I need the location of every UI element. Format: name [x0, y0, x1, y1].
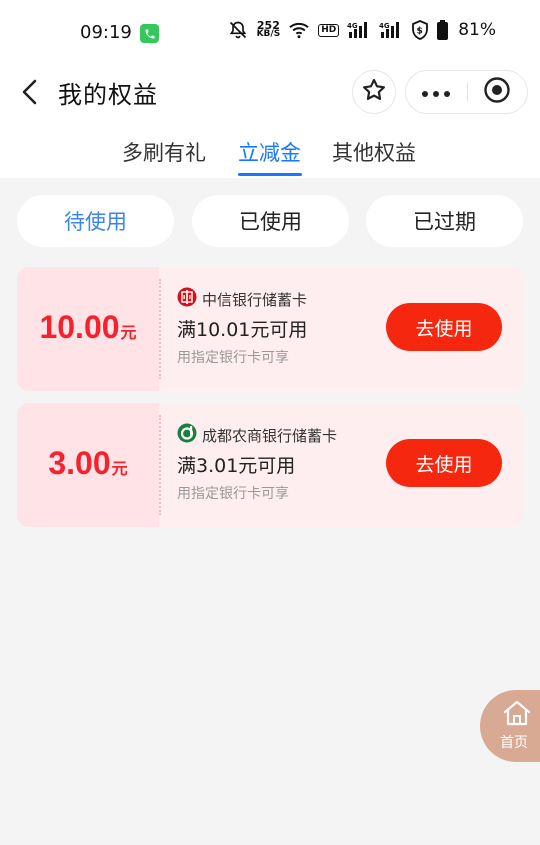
- use-coupon-button[interactable]: 去使用: [386, 439, 502, 487]
- more-button[interactable]: [406, 70, 467, 114]
- favorite-button[interactable]: [352, 70, 396, 114]
- coupon-unit: 元: [111, 459, 128, 478]
- filter-expired[interactable]: 已过期: [366, 195, 523, 247]
- coupon-amount: 3.00: [48, 445, 111, 481]
- nav-header: 我的权益: [0, 64, 540, 120]
- tab-bar: 多刷有礼 立减金 其他权益: [0, 120, 540, 178]
- net-speed: 252 KB/S: [256, 19, 281, 39]
- status-icons: 252 KB/S HD 4G 4G $ 81%: [227, 20, 496, 40]
- star-icon: [361, 77, 387, 107]
- shield-icon: $: [411, 20, 429, 40]
- svg-text:4G: 4G: [379, 22, 390, 30]
- hd-badge: HD: [318, 23, 340, 37]
- citic-bank-logo-icon: [177, 287, 197, 311]
- coupon-card: 10.00 元 中信银行储蓄卡 满10.01元可用 用指定银行卡可享 去使用: [17, 267, 523, 391]
- signal-icon-1: 4G: [347, 21, 371, 39]
- use-coupon-button[interactable]: 去使用: [386, 303, 502, 351]
- coupon-divider: [159, 279, 161, 379]
- filter-pending[interactable]: 待使用: [17, 195, 174, 247]
- coupon-condition: 满3.01元可用: [177, 455, 296, 477]
- tab-lijianjin[interactable]: 立减金: [238, 137, 301, 167]
- coupon-unit: 元: [120, 323, 137, 342]
- status-filters: 待使用 已使用 已过期: [0, 195, 540, 247]
- coupon-amount-area: 3.00 元: [17, 403, 159, 527]
- coupon-card: 3.00 元 成都农商银行储蓄卡 满3.01元可用 用指定银行卡可享 去使用: [17, 403, 523, 527]
- battery-percent: 81%: [458, 20, 496, 40]
- svg-text:$: $: [417, 27, 423, 37]
- tab-duoshua[interactable]: 多刷有礼: [122, 137, 206, 167]
- mute-bell-icon: [227, 20, 249, 40]
- more-dots-icon: [421, 83, 451, 102]
- svg-text:4G: 4G: [347, 22, 358, 30]
- mini-program-capsule: [405, 70, 528, 114]
- battery-icon: [437, 20, 449, 40]
- status-time: 09:19: [80, 22, 132, 43]
- bank-name: 中信银行储蓄卡: [202, 290, 308, 309]
- status-bar: 09:19 252 KB/S HD 4G 4G $ 81%: [0, 0, 540, 64]
- back-chevron-icon[interactable]: [16, 76, 44, 108]
- wifi-icon: [288, 21, 310, 39]
- signal-icon-2: 4G: [379, 21, 403, 39]
- home-float-button[interactable]: 首页: [480, 690, 540, 762]
- coupon-condition: 满10.01元可用: [177, 319, 308, 341]
- coupon-tip: 用指定银行卡可享: [177, 350, 289, 366]
- page-title: 我的权益: [58, 81, 158, 109]
- coupon-tip: 用指定银行卡可享: [177, 486, 289, 502]
- home-label: 首页: [500, 735, 528, 751]
- tab-active-indicator: [238, 173, 302, 176]
- phone-call-icon: [140, 24, 159, 43]
- filter-used[interactable]: 已使用: [192, 195, 349, 247]
- bank-name: 成都农商银行储蓄卡: [202, 426, 338, 445]
- bank-row: 中信银行储蓄卡: [177, 287, 307, 311]
- bank-row: 成都农商银行储蓄卡: [177, 423, 337, 447]
- page: 09:19 252 KB/S HD 4G 4G $ 81% 我的权益 多刷有礼 …: [0, 0, 540, 845]
- tab-other-rights[interactable]: 其他权益: [332, 137, 416, 167]
- coupon-amount: 10.00: [39, 309, 120, 345]
- coupon-amount-area: 10.00 元: [17, 267, 159, 391]
- coupon-divider: [159, 415, 161, 515]
- close-button[interactable]: [467, 70, 527, 114]
- home-icon: [502, 700, 532, 730]
- chengdu-rural-bank-logo-icon: [177, 423, 197, 447]
- target-close-icon: [483, 76, 511, 108]
